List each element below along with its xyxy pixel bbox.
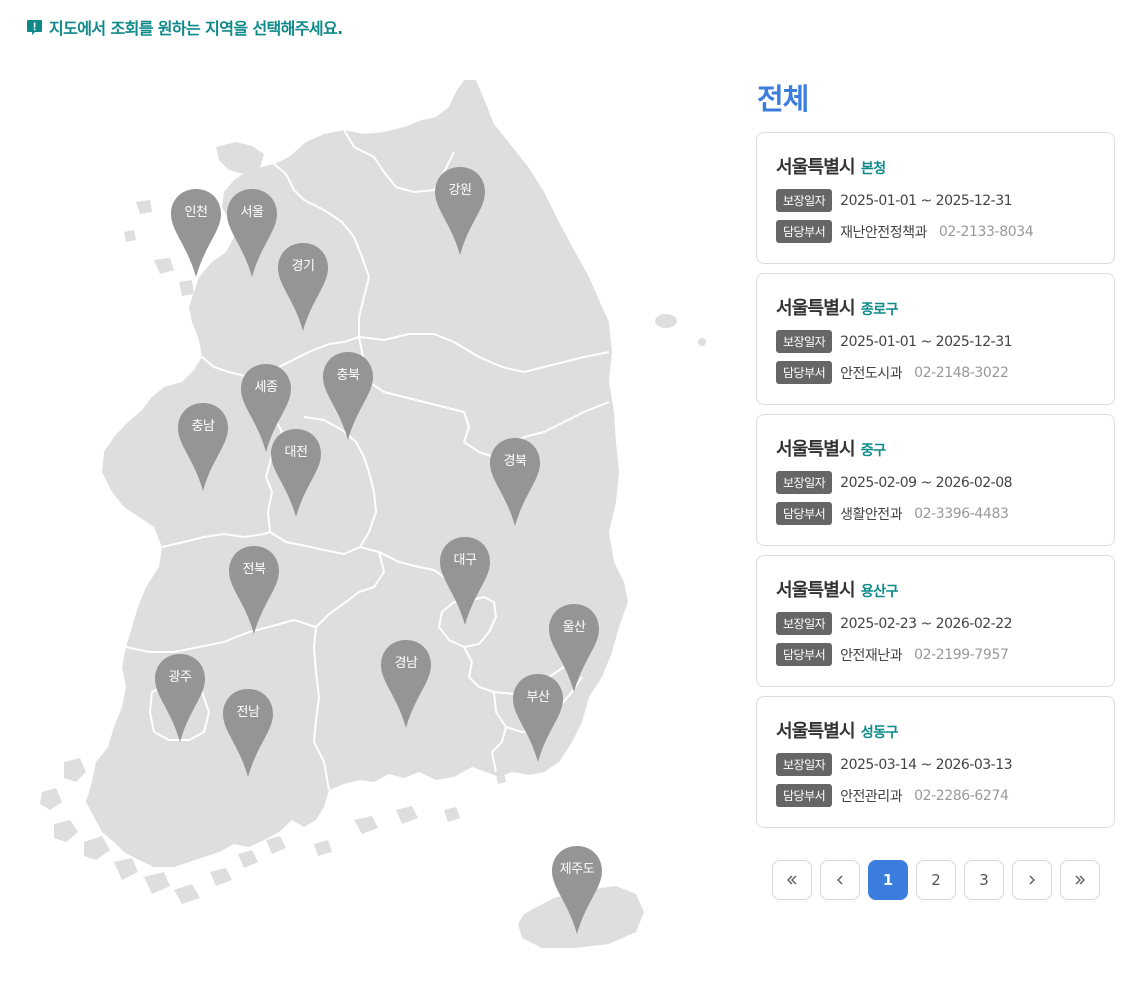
- double-chevron-right-icon: [1075, 875, 1086, 885]
- pin-label: 광주: [168, 670, 192, 685]
- card-district: 중구: [860, 443, 886, 459]
- dept-tag: 담당부서: [776, 220, 833, 243]
- pin-gangwon[interactable]: 강원: [433, 165, 487, 257]
- result-card[interactable]: 서울특별시 본청 보장일자 2025-01-01 ~ 2025-12-31 담당…: [756, 132, 1115, 264]
- pin-label: 경기: [291, 259, 315, 274]
- card-phone: 02-2286-6274: [914, 787, 1009, 804]
- pin-jeonbuk[interactable]: 전북: [227, 544, 281, 636]
- pin-label: 강원: [448, 183, 472, 198]
- result-card[interactable]: 서울특별시 종로구 보장일자 2025-01-01 ~ 2025-12-31 담…: [756, 273, 1115, 405]
- result-card[interactable]: 서울특별시 용산구 보장일자 2025-02-23 ~ 2026-02-22 담…: [756, 555, 1115, 687]
- first-page-button[interactable]: [772, 860, 812, 900]
- period-tag: 보장일자: [776, 753, 833, 776]
- korea-map: 인천 서울 강원 경기 세종 충북 충남 대전 경북 전북 대구 울산 광주 경…: [24, 72, 714, 962]
- card-phone: 02-2133-8034: [938, 223, 1034, 240]
- pin-chungnam[interactable]: 충남: [176, 401, 230, 493]
- pin-incheon[interactable]: 인천: [169, 187, 223, 279]
- card-phone: 02-2199-7957: [914, 646, 1009, 663]
- pin-gyeongbuk[interactable]: 경북: [488, 436, 542, 528]
- exclamation-badge-icon: [26, 19, 43, 36]
- card-district: 종로구: [860, 302, 899, 318]
- card-period: 2025-01-01 ~ 2025-12-31: [840, 333, 1013, 350]
- dept-tag: 담당부서: [776, 784, 833, 807]
- card-district: 용산구: [860, 584, 899, 600]
- prev-page-button[interactable]: [820, 860, 860, 900]
- pin-gyeongnam[interactable]: 경남: [379, 638, 433, 730]
- card-city: 서울특별시: [776, 298, 856, 319]
- period-tag: 보장일자: [776, 189, 833, 212]
- pin-daegu[interactable]: 대구: [438, 535, 492, 627]
- page-button-3[interactable]: 3: [964, 860, 1004, 900]
- korea-map-shape: [40, 80, 706, 948]
- card-period: 2025-02-09 ~ 2026-02-08: [840, 474, 1013, 491]
- pin-label: 전북: [242, 562, 266, 577]
- pin-busan[interactable]: 부산: [511, 672, 565, 764]
- card-dept: 안전도시과: [840, 365, 903, 382]
- result-card[interactable]: 서울특별시 성동구 보장일자 2025-03-14 ~ 2026-03-13 담…: [756, 696, 1115, 828]
- pin-label: 인천: [184, 205, 208, 220]
- pin-label: 경북: [503, 454, 527, 469]
- pin-seoul[interactable]: 서울: [225, 187, 279, 279]
- card-city: 서울특별시: [776, 580, 856, 601]
- card-district: 성동구: [860, 725, 899, 741]
- page-button-1[interactable]: 1: [868, 860, 908, 900]
- period-tag: 보장일자: [776, 471, 833, 494]
- next-page-button[interactable]: [1012, 860, 1052, 900]
- pin-daejeon[interactable]: 대전: [269, 427, 323, 519]
- pin-label: 대구: [453, 553, 477, 568]
- region-title: 전체: [757, 82, 809, 116]
- result-card[interactable]: 서울특별시 중구 보장일자 2025-02-09 ~ 2026-02-08 담당…: [756, 414, 1115, 546]
- pin-label: 충북: [336, 368, 360, 383]
- pin-jeju[interactable]: 제주도: [550, 844, 604, 936]
- pin-label: 대전: [284, 445, 308, 460]
- card-phone: 02-2148-3022: [914, 364, 1009, 381]
- card-period: 2025-01-01 ~ 2025-12-31: [840, 192, 1013, 209]
- card-period: 2025-03-14 ~ 2026-03-13: [840, 756, 1013, 773]
- card-period: 2025-02-23 ~ 2026-02-22: [840, 615, 1013, 632]
- card-dept: 안전관리과: [840, 788, 903, 805]
- page-button-2[interactable]: 2: [916, 860, 956, 900]
- card-dept: 재난안전정책과: [840, 224, 927, 241]
- pin-label: 서울: [240, 205, 264, 220]
- card-dept: 안전재난과: [840, 647, 903, 664]
- notice-banner: 지도에서 조회를 원하는 지역을 선택해주세요.: [26, 15, 343, 39]
- pin-chungbuk[interactable]: 충북: [321, 350, 375, 442]
- period-tag: 보장일자: [776, 612, 833, 635]
- pin-label: 부산: [526, 690, 550, 705]
- period-tag: 보장일자: [776, 330, 833, 353]
- last-page-button[interactable]: [1060, 860, 1100, 900]
- pin-label: 경남: [394, 656, 418, 671]
- double-chevron-left-icon: [786, 875, 797, 885]
- card-city: 서울특별시: [776, 439, 856, 460]
- dept-tag: 담당부서: [776, 502, 833, 525]
- pin-label: 세종: [254, 380, 278, 395]
- card-phone: 02-3396-4483: [914, 505, 1009, 522]
- card-city: 서울특별시: [776, 721, 856, 742]
- card-dept: 생활안전과: [840, 506, 903, 523]
- pin-label: 울산: [562, 620, 586, 635]
- pin-label: 제주도: [559, 862, 595, 877]
- pagination: 1 2 3: [772, 860, 1100, 900]
- pin-gwangju[interactable]: 광주: [153, 652, 207, 744]
- card-city: 서울특별시: [776, 157, 856, 178]
- dept-tag: 담당부서: [776, 361, 833, 384]
- pin-jeonnam[interactable]: 전남: [221, 687, 275, 779]
- chevron-right-icon: [1029, 875, 1036, 885]
- pin-gyeonggi[interactable]: 경기: [276, 241, 330, 333]
- card-district: 본청: [860, 161, 886, 177]
- chevron-left-icon: [836, 875, 843, 885]
- pin-label: 충남: [191, 419, 215, 434]
- notice-text: 지도에서 조회를 원하는 지역을 선택해주세요.: [49, 19, 343, 38]
- dept-tag: 담당부서: [776, 643, 833, 666]
- pin-label: 전남: [236, 705, 260, 720]
- result-list: 서울특별시 본청 보장일자 2025-01-01 ~ 2025-12-31 담당…: [756, 132, 1115, 837]
